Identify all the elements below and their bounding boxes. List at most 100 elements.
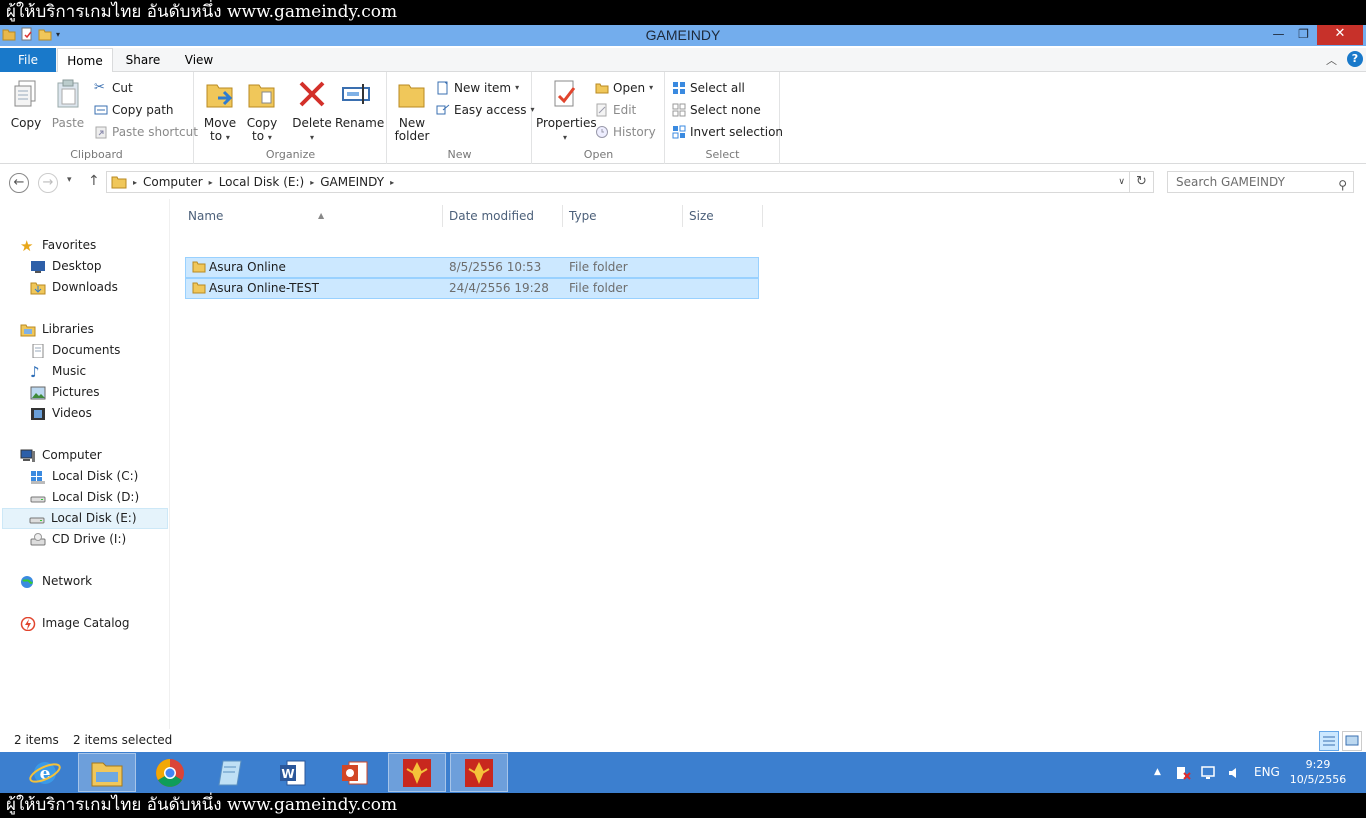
- select-none-label: Select none: [690, 103, 761, 117]
- dropdown-arrow-icon: ▾: [562, 133, 567, 142]
- move-to-button[interactable]: Move to ▾: [201, 78, 239, 144]
- file-date: 24/4/2556 19:28: [449, 281, 549, 295]
- new-folder-icon: [398, 84, 425, 108]
- paste-shortcut-button[interactable]: Paste shortcut: [94, 122, 198, 142]
- nav-libraries[interactable]: Libraries: [20, 319, 94, 340]
- copy-label: Copy: [10, 116, 42, 130]
- taskbar-internet-explorer[interactable]: e: [16, 753, 74, 792]
- nav-documents-label: Documents: [52, 343, 121, 357]
- open-group-label: Open: [583, 148, 614, 161]
- column-size[interactable]: Size: [683, 205, 763, 227]
- tab-share[interactable]: Share: [115, 48, 171, 72]
- search-input[interactable]: Search GAMEINDY ⚲: [1167, 171, 1354, 193]
- new-item-icon: [437, 81, 448, 95]
- copy-path-icon: [94, 105, 108, 115]
- new-folder-button[interactable]: New folder: [392, 78, 432, 143]
- tab-view[interactable]: View: [171, 48, 227, 72]
- refresh-button[interactable]: ↻: [1130, 171, 1154, 193]
- nav-desktop[interactable]: Desktop: [30, 256, 102, 277]
- address-bar[interactable]: ▸ Computer ▸ Local Disk (E:) ▸ GAMEINDY …: [106, 171, 1130, 193]
- file-row[interactable]: Asura Online-TEST 24/4/2556 19:28 File f…: [185, 278, 759, 299]
- nav-documents[interactable]: Documents: [30, 340, 120, 361]
- edit-button[interactable]: Edit: [595, 100, 636, 120]
- nav-disk-e[interactable]: Local Disk (E:): [2, 508, 168, 529]
- nav-videos[interactable]: Videos: [30, 403, 92, 424]
- action-center-icon[interactable]: [1175, 765, 1191, 781]
- language-indicator[interactable]: ENG: [1254, 752, 1280, 793]
- invert-selection-button[interactable]: Invert selection: [672, 122, 783, 142]
- clock[interactable]: 9:29 10/5/2556: [1288, 757, 1348, 787]
- nav-image-catalog[interactable]: Image Catalog: [20, 613, 129, 634]
- history-button[interactable]: History: [595, 122, 656, 142]
- new-item-button[interactable]: New item ▾: [436, 78, 519, 98]
- forward-button[interactable]: →: [38, 173, 58, 193]
- paste-shortcut-icon: [95, 126, 107, 139]
- copy-button[interactable]: Copy: [6, 78, 46, 130]
- nav-computer[interactable]: Computer: [20, 445, 102, 466]
- column-name[interactable]: ▲ Name: [182, 205, 443, 227]
- nav-music[interactable]: ♪ Music: [30, 361, 86, 382]
- nav-videos-label: Videos: [52, 406, 92, 420]
- nav-pictures[interactable]: Pictures: [30, 382, 100, 403]
- taskbar-powerpoint[interactable]: [326, 753, 384, 792]
- details-view-button[interactable]: [1319, 731, 1339, 751]
- column-date[interactable]: Date modified: [443, 205, 563, 227]
- minimize-button[interactable]: —: [1265, 25, 1292, 45]
- up-arrow-icon[interactable]: ↑: [88, 173, 100, 189]
- maximize-button[interactable]: ❐: [1290, 25, 1317, 45]
- easy-access-icon: [436, 104, 450, 115]
- nav-music-label: Music: [52, 364, 87, 378]
- open-folder-icon: [595, 83, 609, 94]
- chevron-up-icon[interactable]: ︿: [1326, 52, 1337, 68]
- open-button[interactable]: Open ▾: [595, 78, 653, 98]
- nav-network-label: Network: [42, 574, 93, 588]
- nav-downloads[interactable]: Downloads: [30, 277, 118, 298]
- network-tray-icon[interactable]: [1200, 765, 1216, 781]
- easy-access-label: Easy access: [454, 103, 527, 117]
- recent-locations-dropdown-icon[interactable]: ▾: [67, 175, 72, 185]
- taskbar-chrome[interactable]: [141, 753, 199, 792]
- copy-path-button[interactable]: Copy path: [94, 100, 174, 120]
- status-item-count: 2 items: [14, 733, 59, 747]
- nav-disk-c[interactable]: Local Disk (C:): [30, 466, 138, 487]
- taskbar-word[interactable]: W: [264, 753, 322, 792]
- tray-overflow-icon[interactable]: ▲: [1154, 752, 1161, 793]
- svg-text:W: W: [281, 767, 294, 781]
- nav-favorites[interactable]: ★ Favorites: [20, 235, 96, 256]
- column-type[interactable]: Type: [563, 205, 683, 227]
- nav-disk-d[interactable]: Local Disk (D:): [30, 487, 139, 508]
- cut-button[interactable]: ✂ Cut: [94, 78, 133, 98]
- breadcrumb-local-disk-e[interactable]: Local Disk (E:): [213, 175, 311, 189]
- breadcrumb-gameindy[interactable]: GAMEINDY: [314, 175, 390, 189]
- clock-time: 9:29: [1305, 758, 1331, 771]
- volume-icon[interactable]: [1226, 765, 1242, 781]
- help-icon[interactable]: ?: [1347, 51, 1363, 67]
- nav-cd-drive[interactable]: CD Drive (I:): [30, 529, 126, 550]
- select-none-button[interactable]: Select none: [672, 100, 761, 120]
- scissors-icon: ✂: [94, 80, 105, 95]
- tab-file[interactable]: File: [0, 48, 56, 72]
- taskbar-notepad[interactable]: [202, 753, 260, 792]
- rename-button[interactable]: Rename: [335, 78, 384, 130]
- taskbar-game-1[interactable]: [388, 753, 446, 792]
- properties-button[interactable]: Properties ▾: [536, 78, 597, 144]
- tab-home[interactable]: Home: [57, 48, 113, 73]
- title-bar: ▾ GAMEINDY — ❐ ✕: [0, 25, 1366, 46]
- select-all-button[interactable]: Select all: [672, 78, 745, 98]
- easy-access-button[interactable]: Easy access ▾: [436, 100, 535, 120]
- file-row[interactable]: Asura Online 8/5/2556 10:53 File folder: [185, 257, 759, 278]
- breadcrumb-computer[interactable]: Computer: [137, 175, 209, 189]
- large-icons-view-button[interactable]: [1342, 731, 1362, 751]
- close-button[interactable]: ✕: [1317, 25, 1363, 45]
- taskbar-game-2[interactable]: [450, 753, 508, 792]
- delete-button[interactable]: Delete ▾: [291, 78, 333, 144]
- nav-network[interactable]: Network: [20, 571, 92, 592]
- copy-to-button[interactable]: Copy to ▾: [243, 78, 281, 144]
- copy-to-icon: [248, 84, 275, 108]
- game-app-icon: [403, 758, 431, 787]
- taskbar-file-explorer[interactable]: [78, 753, 136, 792]
- paste-button[interactable]: Paste: [48, 78, 88, 130]
- address-dropdown-icon[interactable]: ∨: [1118, 177, 1125, 187]
- back-button[interactable]: ←: [9, 173, 29, 193]
- edit-icon: [596, 103, 607, 117]
